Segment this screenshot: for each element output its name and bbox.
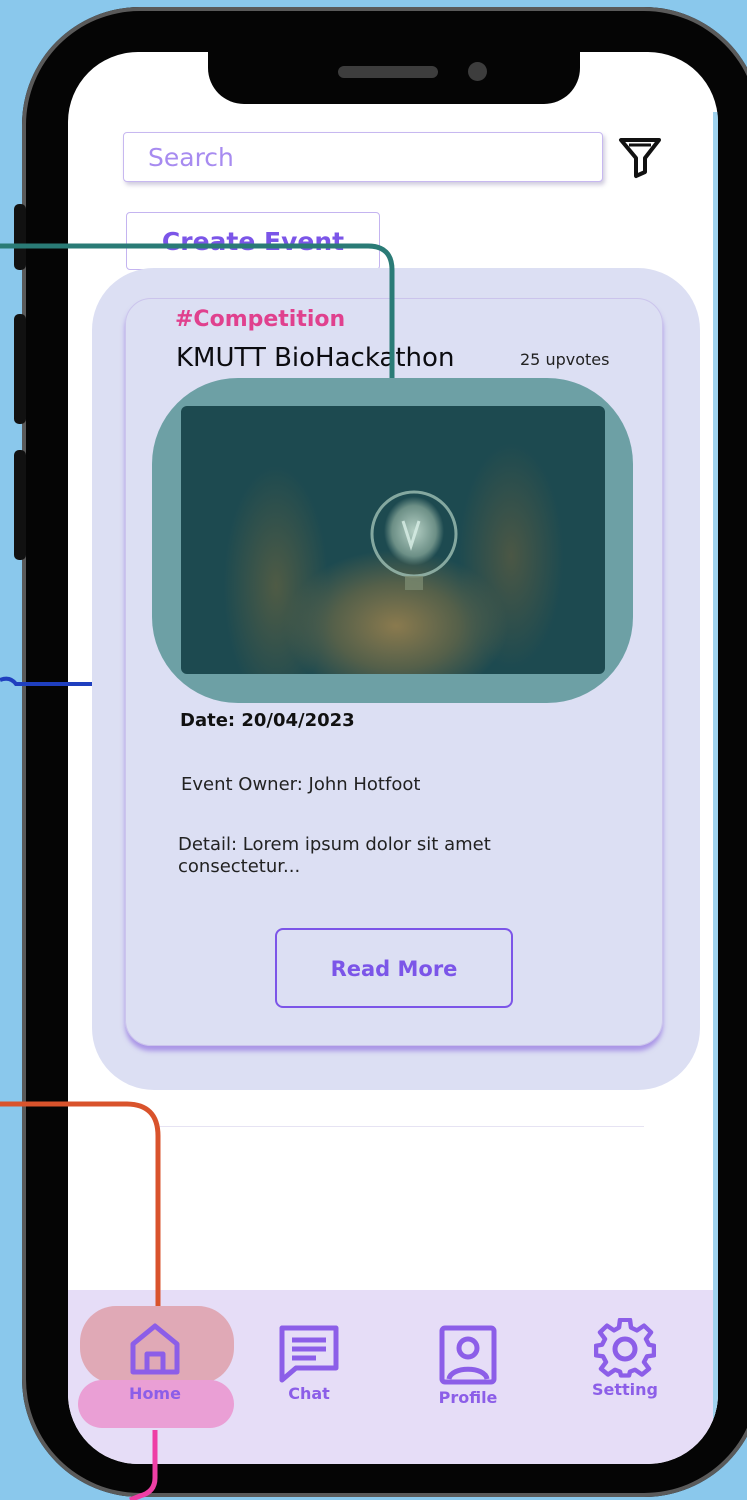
connector-teal xyxy=(0,243,395,378)
connector-pink xyxy=(129,1430,158,1500)
connector-orange xyxy=(0,1101,161,1306)
prototype-connectors xyxy=(0,243,395,1500)
connector-blue xyxy=(0,676,92,686)
